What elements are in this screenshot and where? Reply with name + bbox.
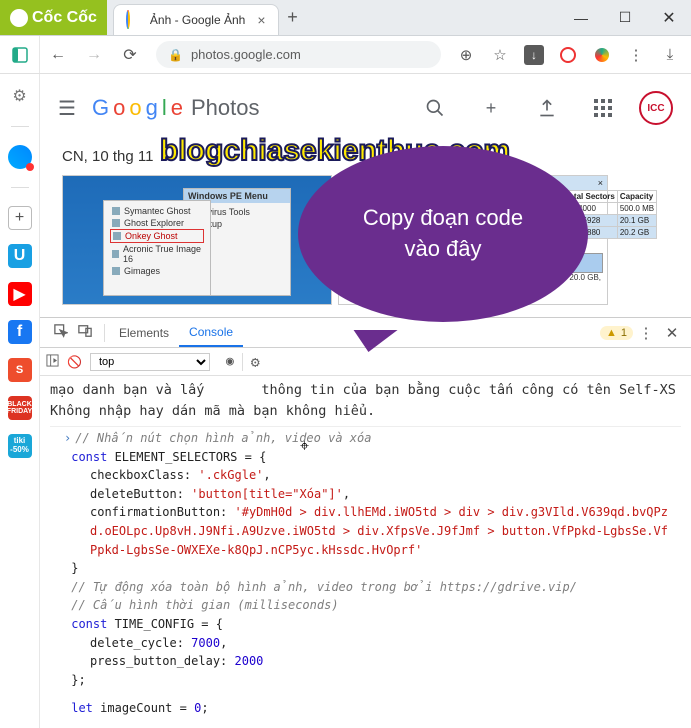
add-site-button[interactable]: + (8, 206, 32, 230)
tab-title: Ảnh - Google Ảnh (150, 13, 245, 27)
coccoc-leaf-icon (10, 9, 28, 27)
search-icon[interactable] (415, 88, 455, 128)
console-settings-icon[interactable]: ⚙ (251, 353, 260, 371)
tab-console[interactable]: Console (179, 318, 243, 347)
gphotos-header: ☰ Google Photos + ICC (40, 74, 691, 142)
address-bar[interactable]: 🔒 photos.google.com (156, 41, 441, 68)
console-toolbar: 🚫 top ◉ ⚙ (40, 348, 691, 376)
tab-close-button[interactable]: × (257, 12, 265, 28)
target-icon[interactable]: ⊕ (449, 36, 483, 74)
facebook-icon[interactable]: f (8, 320, 32, 344)
window-controls: — ☐ ✕ (559, 0, 691, 35)
devtools-close-icon[interactable]: ✕ (659, 314, 685, 352)
back-button[interactable]: ← (40, 36, 76, 73)
download-badge-button[interactable]: ↓ (517, 36, 551, 74)
brand-text: Cốc Cốc (32, 9, 97, 27)
reload-button[interactable]: ⟳ (112, 36, 148, 73)
annotation-speech-bubble: Copy đoạn codevào đây (298, 146, 588, 322)
google-photos-logo: Google Photos (92, 95, 260, 121)
minimize-button[interactable]: — (559, 0, 603, 35)
live-expression-icon[interactable]: ◉ (226, 354, 234, 369)
close-window-button[interactable]: ✕ (647, 0, 691, 35)
hamburger-menu-icon[interactable]: ☰ (58, 96, 76, 121)
address-row: ← → ⟳ 🔒 photos.google.com ⊕ ☆ ↓ ⋮ ⤓ (0, 36, 691, 74)
sidebar-u-icon[interactable]: U (8, 244, 32, 268)
maximize-button[interactable]: ☐ (603, 0, 647, 35)
devtools-more-icon[interactable]: ⋮ (633, 314, 659, 352)
sidebar-toggle-icon[interactable] (0, 36, 40, 73)
window-titlebar: Cốc Cốc Ảnh - Google Ảnh × + — ☐ ✕ (0, 0, 691, 36)
browser-sidebar: ⚙ + U ▶ f S BLACK FRIDAY tiki -50% (0, 74, 40, 728)
savior-ext-icon[interactable] (585, 36, 619, 74)
google-apps-icon[interactable] (583, 88, 623, 128)
clear-console-icon[interactable]: 🚫 (67, 355, 82, 369)
content-area: ☰ Google Photos + ICC blogchiasekient (40, 74, 691, 728)
browser-tab-active[interactable]: Ảnh - Google Ảnh × (113, 4, 279, 35)
bookmark-star-icon[interactable]: ☆ (483, 36, 517, 74)
blackfriday-icon[interactable]: BLACK FRIDAY (8, 396, 32, 420)
tab-elements[interactable]: Elements (109, 318, 179, 347)
create-plus-icon[interactable]: + (471, 88, 511, 128)
settings-gear-icon[interactable]: ⚙ (8, 84, 32, 108)
warnings-badge[interactable]: ▲1 (600, 326, 633, 340)
url-text: photos.google.com (191, 47, 301, 62)
opera-ext-icon[interactable] (551, 36, 585, 74)
browser-brand: Cốc Cốc (0, 0, 107, 35)
devtools-panel: ⌖ Elements Console ▲1 ⋮ ✕ (40, 317, 691, 728)
messenger-icon[interactable] (8, 145, 32, 169)
youtube-icon[interactable]: ▶ (8, 282, 32, 306)
device-toggle-icon[interactable] (78, 324, 92, 341)
context-selector[interactable]: top (90, 353, 210, 371)
photo-thumbnail-1[interactable]: Windows PE Menu Antivirus Tools Backup S… (62, 175, 332, 305)
account-avatar[interactable]: ICC (639, 91, 673, 125)
menu-dots-icon[interactable]: ⋮ (619, 36, 653, 74)
console-output[interactable]: mạo danh bạn và lấy thông tin của bạn bằ… (40, 376, 691, 728)
lock-icon: 🔒 (168, 48, 183, 62)
google-favicon-icon (126, 12, 142, 28)
upload-icon[interactable] (527, 88, 567, 128)
tiki-icon[interactable]: tiki -50% (8, 434, 32, 458)
shopee-icon[interactable]: S (8, 358, 32, 382)
forward-button[interactable]: → (76, 36, 112, 73)
inspect-element-icon[interactable] (54, 324, 68, 341)
console-sidebar-toggle-icon[interactable] (46, 354, 59, 370)
new-tab-button[interactable]: + (279, 0, 307, 35)
download-arrow-icon[interactable]: ⤓ (653, 36, 687, 74)
